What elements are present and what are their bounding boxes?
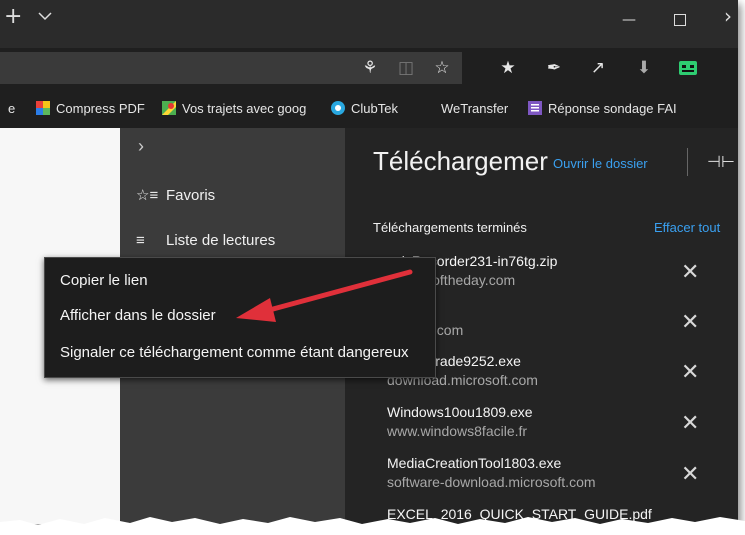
hub-item-reading-list[interactable]: ≡ Liste de lectures	[136, 232, 275, 249]
close-icon[interactable]: ›	[724, 4, 732, 28]
share-icon[interactable]: ↗	[588, 58, 608, 78]
favorite-sondage[interactable]: Réponse sondage FAI	[528, 100, 677, 118]
favorite-wetransfer[interactable]: WeTransfer	[441, 100, 508, 118]
hub-item-favorites[interactable]: ☆≡ Favoris	[136, 186, 215, 204]
menu-item-copy-link[interactable]: Copier le lien	[60, 272, 148, 289]
section-label: Téléchargements terminés	[373, 220, 527, 235]
reading-list-icon: ≡	[136, 232, 145, 249]
book-icon[interactable]: ◫	[396, 58, 416, 78]
star-icon[interactable]: ☆	[432, 58, 452, 78]
hub-collapse-chevron-icon[interactable]: ›	[138, 136, 144, 157]
torn-edge	[0, 517, 745, 535]
favorites-list-icon[interactable]: ★	[498, 58, 518, 78]
open-folder-link[interactable]: Ouvrir le dossier	[553, 156, 648, 171]
browser-window: + — › ⚘ ◫ ☆ ★ ✒ ↗ ⬇ e Compress PDF Vos t…	[0, 0, 738, 524]
minimize-icon[interactable]: —	[622, 12, 636, 28]
maps-icon	[162, 101, 176, 115]
favorite-compress-pdf[interactable]: Compress PDF	[36, 100, 145, 118]
tab-list-chevron-icon[interactable]	[38, 9, 52, 23]
divider	[687, 148, 688, 176]
forms-icon	[528, 101, 542, 115]
compress-pdf-icon	[36, 101, 50, 115]
address-bar: ⚘ ◫ ☆ ★ ✒ ↗ ⬇	[0, 48, 738, 88]
favorite-clubtek[interactable]: ClubTek	[331, 100, 398, 118]
remove-download-icon[interactable]: ✕	[681, 361, 699, 383]
favorites-star-icon: ☆≡	[136, 187, 159, 204]
download-item[interactable]: MediaCreationTool1803.exe software-downl…	[345, 455, 738, 505]
pin-icon[interactable]: ⊣⊢	[707, 152, 735, 172]
maximize-icon[interactable]	[674, 14, 686, 26]
download-item[interactable]: Windows10ou1809.exe www.windows8facile.f…	[345, 404, 738, 454]
remove-download-icon[interactable]: ✕	[681, 261, 699, 283]
download-source: www.windows8facile.fr	[387, 423, 528, 439]
context-menu: Copier le lien Afficher dans le dossier …	[44, 257, 436, 378]
clear-all-link[interactable]: Effacer tout	[654, 220, 720, 235]
remove-download-icon[interactable]: ✕	[681, 463, 699, 485]
favorite-item[interactable]: e	[8, 100, 15, 118]
favorites-bar: e Compress PDF Vos trajets avec goog Clu…	[0, 88, 738, 128]
reading-view-icon[interactable]: ⚘	[360, 58, 380, 78]
url-input[interactable]	[0, 52, 462, 84]
clubtek-icon	[331, 101, 345, 115]
remove-download-icon[interactable]: ✕	[681, 311, 699, 333]
menu-item-show-in-folder[interactable]: Afficher dans le dossier	[60, 307, 216, 324]
title-bar: + — ›	[0, 0, 738, 48]
panel-title: Téléchargemer	[373, 146, 548, 176]
download-filename: Windows10ou1809.exe	[387, 404, 533, 420]
download-icon[interactable]: ⬇	[634, 58, 654, 78]
menu-item-report-unsafe[interactable]: Signaler ce téléchargement comme étant d…	[60, 344, 409, 361]
new-tab-icon[interactable]: +	[4, 6, 22, 28]
download-source: software-download.microsoft.com	[387, 474, 596, 490]
download-filename: MediaCreationTool1803.exe	[387, 455, 562, 471]
pen-icon[interactable]: ✒	[544, 58, 564, 78]
remove-download-icon[interactable]: ✕	[681, 412, 699, 434]
extension-icon[interactable]	[678, 58, 698, 78]
favorite-maps[interactable]: Vos trajets avec goog	[162, 100, 306, 118]
